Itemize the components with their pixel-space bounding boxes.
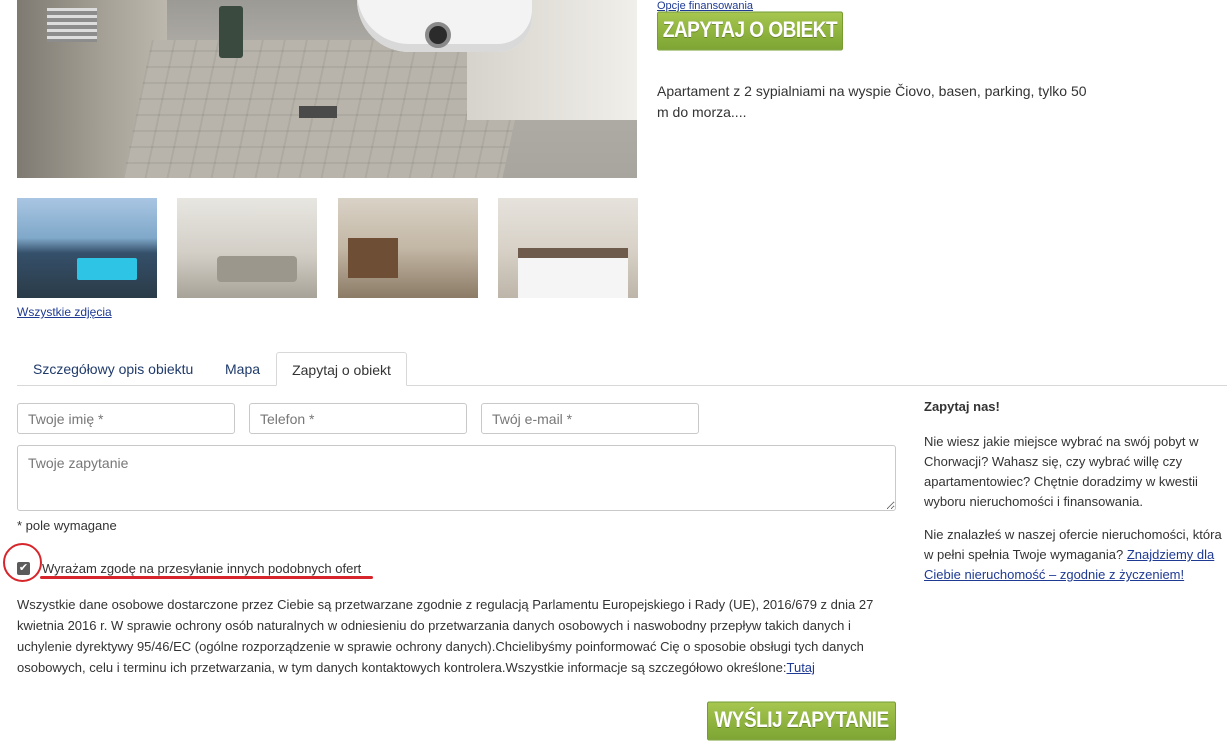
tab-map[interactable]: Mapa (225, 352, 260, 386)
main-photo[interactable] (17, 0, 637, 178)
consent-row: ✔ Wyrażam zgodę na przesyłanie innych po… (17, 559, 361, 577)
required-fields-note: * pole wymagane (17, 518, 117, 533)
send-inquiry-button[interactable]: WYŚLIJ ZAPYTANIE (707, 701, 896, 741)
photo-grate (299, 106, 337, 118)
finance-options-link[interactable]: Opcje finansowania (657, 0, 753, 12)
tab-detailed-description[interactable]: Szczegółowy opis obiektu (33, 352, 193, 386)
annotation-underline (40, 576, 373, 579)
all-photos-link[interactable]: Wszystkie zdjęcia (17, 305, 112, 319)
tabs-divider (17, 385, 1227, 386)
email-input[interactable] (481, 403, 699, 434)
gdpr-notice: Wszystkie dane osobowe dostarczone przez… (17, 594, 902, 678)
message-textarea[interactable] (17, 445, 896, 511)
photo-bin (219, 6, 243, 58)
photo-wheel (425, 22, 451, 48)
thumbnail-kitchen[interactable] (338, 198, 478, 298)
consent-label[interactable]: Wyrażam zgodę na przesyłanie innych podo… (42, 561, 361, 576)
thumbnail-bedroom[interactable] (498, 198, 638, 298)
phone-input[interactable] (249, 403, 467, 434)
ask-about-property-button[interactable]: ZAPYTAJ O OBIEKT (657, 11, 843, 51)
sidebar-paragraph: Nie wiesz jakie miejsce wybrać na swój p… (924, 434, 1199, 509)
name-input[interactable] (17, 403, 235, 434)
gdpr-text: Wszystkie dane osobowe dostarczone przez… (17, 597, 874, 675)
tab-ask-about-property[interactable]: Zapytaj o obiekt (276, 352, 407, 386)
photo-stairs (47, 8, 97, 42)
sidebar-title: Zapytaj nas! (924, 399, 1000, 414)
annotation-circle (3, 543, 42, 582)
gdpr-details-link[interactable]: Tutaj (787, 660, 815, 675)
sidebar-paragraph-request: Nie znalazłeś w naszej ofercie nieruchom… (924, 525, 1224, 585)
short-description: Apartament z 2 sypialniami na wyspie Čio… (657, 83, 1087, 120)
thumbnail-pool[interactable] (17, 198, 157, 298)
thumbnail-living-room[interactable] (177, 198, 317, 298)
